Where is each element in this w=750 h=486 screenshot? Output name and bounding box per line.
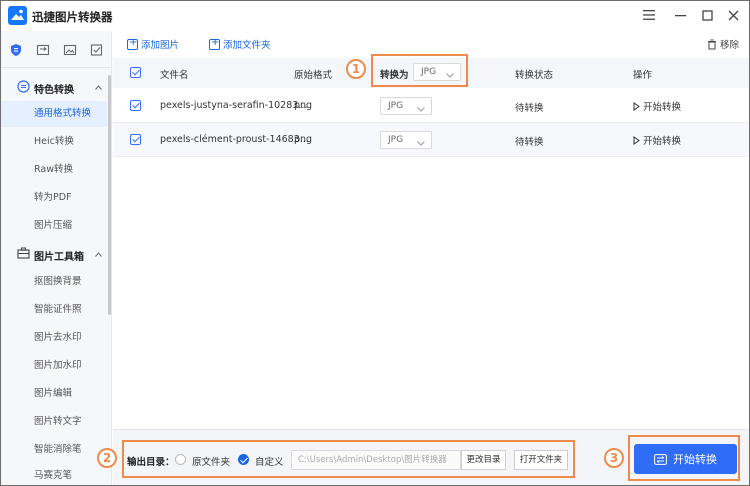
convert-icon — [17, 80, 30, 93]
sidebar-divider — [1, 67, 111, 68]
trash-icon — [707, 39, 716, 49]
select-all-checkbox[interactable] — [130, 67, 141, 78]
sidebar-item-add-watermark[interactable]: 图片加水印 — [1, 353, 107, 379]
sidebar-item-general-format[interactable]: 通用格式转换 — [1, 101, 107, 127]
chevron-up-icon — [95, 249, 102, 260]
sidebar-item-ocr[interactable]: 图片转文字 — [1, 409, 107, 435]
sidebar-item-remove-watermark[interactable]: 图片去水印 — [1, 325, 107, 351]
app-logo-icon — [8, 6, 27, 25]
row-start-button[interactable]: 开始转换 — [633, 99, 681, 113]
sidebar-group-toolbox[interactable]: 图片工具箱 — [1, 243, 111, 265]
app-title: 迅捷图片转换器 — [32, 10, 113, 24]
minimize-icon[interactable] — [669, 5, 691, 25]
row-status: 待转换 — [515, 103, 544, 114]
add-folder-label: 添加文件夹 — [223, 40, 271, 51]
row-format: png — [294, 134, 313, 145]
chevron-up-icon — [95, 82, 102, 93]
sidebar-group-label: 图片工具箱 — [34, 252, 84, 263]
annotation-number-1: 1 — [346, 59, 366, 79]
header-filename: 文件名 — [160, 70, 189, 81]
hamburger-icon[interactable] — [638, 5, 660, 25]
row-status: 待转换 — [515, 137, 544, 148]
add-image-label: 添加图片 — [141, 40, 180, 51]
row-start-button[interactable]: 开始转换 — [633, 133, 681, 147]
row-filename: pexels-clément-proust-14683... — [160, 134, 309, 145]
play-icon — [633, 101, 640, 111]
row-target-value: JPG — [388, 135, 404, 145]
close-icon[interactable] — [722, 5, 744, 25]
add-folder-button[interactable]: 添加文件夹 — [209, 37, 271, 51]
play-icon — [633, 135, 640, 145]
sidebar-item-id-photo[interactable]: 智能证件照 — [1, 297, 107, 323]
annotation-number-2: 2 — [97, 448, 117, 468]
sidebar-item-mosaic[interactable]: 马赛克笔 — [1, 463, 107, 485]
header-action: 操作 — [633, 70, 653, 81]
row-start-label: 开始转换 — [643, 102, 682, 113]
sidebar-group-special[interactable]: 特色转换 — [1, 76, 111, 98]
add-image-icon — [127, 37, 138, 50]
row-target-select[interactable]: JPG — [380, 131, 432, 149]
chevron-down-icon — [417, 102, 425, 118]
toolbox-icon — [17, 247, 30, 260]
annotation-box-2 — [122, 440, 575, 478]
annotation-box-3 — [628, 435, 740, 481]
remove-label: 移除 — [719, 40, 739, 51]
row-checkbox[interactable] — [130, 100, 141, 111]
table-row[interactable]: pexels-clément-proust-14683... png JPG 待… — [113, 123, 749, 157]
annotation-number-3: 3 — [604, 448, 624, 468]
sidebar-item-to-pdf[interactable]: 转为PDF — [1, 185, 107, 211]
chevron-down-icon — [417, 136, 425, 152]
row-target-select[interactable]: JPG — [380, 97, 432, 115]
check-square-icon[interactable] — [90, 43, 104, 57]
sidebar-item-raw[interactable]: Raw转换 — [1, 157, 107, 183]
image-icon[interactable] — [63, 43, 77, 57]
sidebar-item-eraser[interactable]: 智能消除笔 — [1, 437, 107, 463]
sidebar-item-edit[interactable]: 图片编辑 — [1, 381, 107, 407]
sidebar-top-icons — [1, 41, 111, 61]
sidebar-scrollbar[interactable] — [108, 75, 111, 315]
row-format: png — [294, 100, 313, 111]
title-bar: 迅捷图片转换器 — [1, 1, 749, 31]
add-image-button[interactable]: 添加图片 — [127, 37, 179, 51]
annotation-box-1 — [371, 54, 468, 87]
maximize-icon[interactable] — [696, 5, 718, 25]
sidebar-group-label: 特色转换 — [34, 85, 74, 96]
row-target-value: JPG — [388, 101, 404, 111]
add-folder-icon — [209, 37, 220, 50]
sidebar-item-compress[interactable]: 图片压缩 — [1, 213, 107, 239]
row-start-label: 开始转换 — [643, 136, 682, 147]
sidebar-item-cutout[interactable]: 抠图换背景 — [1, 269, 107, 295]
remove-button[interactable]: 移除 — [707, 37, 739, 51]
convert-icon[interactable] — [36, 43, 50, 57]
row-checkbox[interactable] — [130, 134, 141, 145]
table-row[interactable]: pexels-justyna-serafin-10283... png JPG … — [113, 89, 749, 123]
row-filename: pexels-justyna-serafin-10283... — [160, 100, 308, 111]
header-status: 转换状态 — [515, 70, 554, 81]
app-window: 迅捷图片转换器 特色转换 通用格式转换 Heic转换 Raw转换 转为PDF 图… — [0, 0, 750, 486]
sidebar: 特色转换 通用格式转换 Heic转换 Raw转换 转为PDF 图片压缩 图片工具… — [1, 31, 112, 485]
header-original-format: 原始格式 — [294, 70, 333, 81]
shield-icon[interactable] — [9, 43, 23, 57]
sidebar-item-heic[interactable]: Heic转换 — [1, 129, 107, 155]
